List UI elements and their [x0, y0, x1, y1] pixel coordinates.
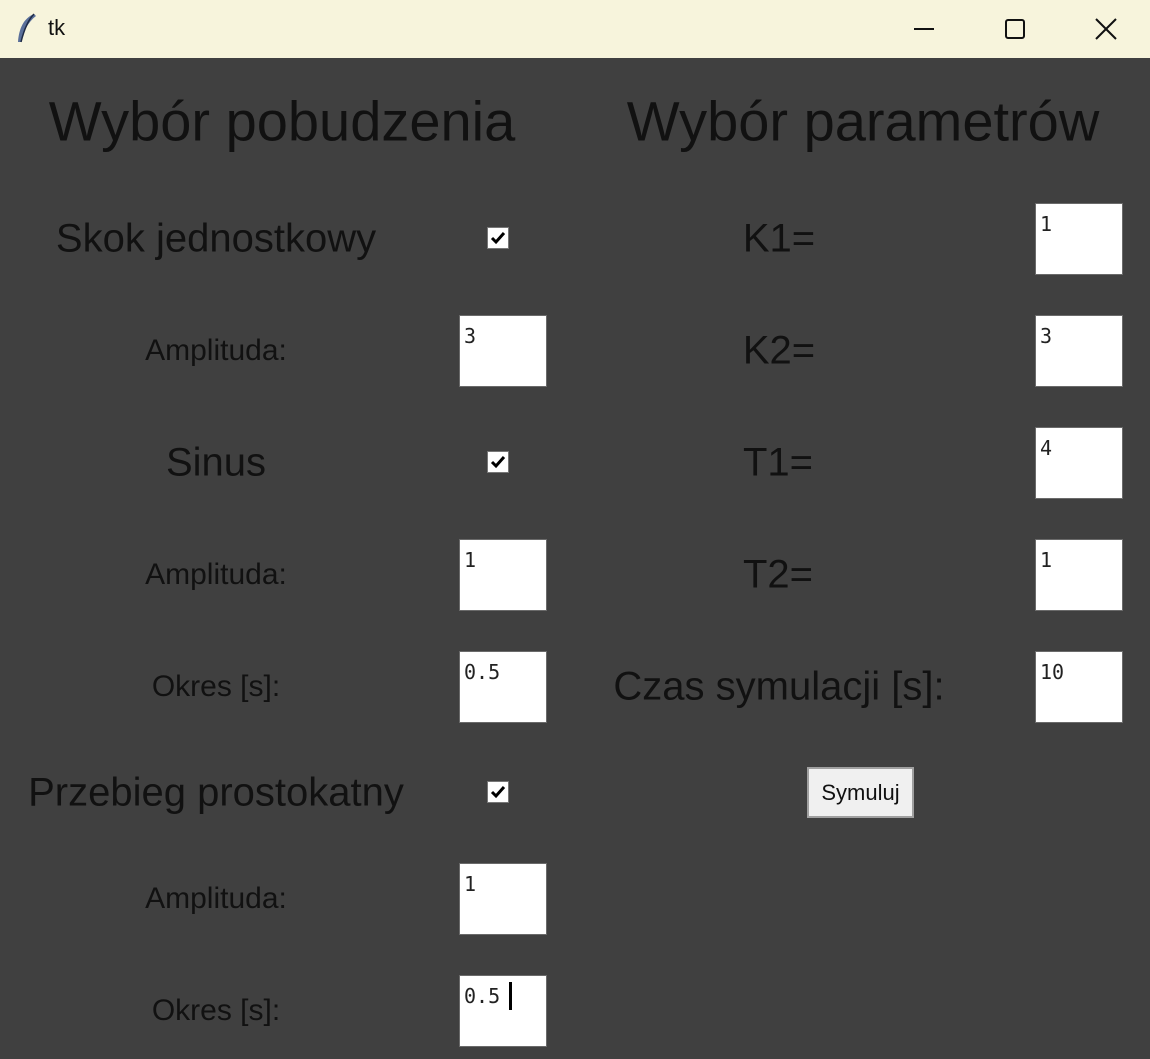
close-button[interactable]: [1060, 0, 1150, 58]
minimize-button[interactable]: [878, 0, 970, 58]
feather-icon: [14, 12, 40, 46]
step-amplitude-input[interactable]: 3: [459, 315, 547, 387]
square-label: Przebieg prostokatny: [28, 770, 404, 815]
sine-amplitude-input[interactable]: 1: [459, 539, 547, 611]
k2-label: K2=: [742, 328, 816, 373]
k1-input[interactable]: 1: [1035, 203, 1123, 275]
close-icon: [1095, 18, 1117, 40]
sine-period-input[interactable]: 0.5: [459, 651, 547, 723]
check-icon: [490, 232, 506, 245]
simulate-button[interactable]: Symuluj: [807, 767, 914, 818]
window-title: tk: [48, 15, 66, 40]
step-amplitude-label: Amplituda:: [145, 334, 287, 367]
step-label: Skok jednostkowy: [55, 216, 377, 261]
k2-input[interactable]: 3: [1035, 315, 1123, 387]
sim-time-input[interactable]: 10: [1035, 651, 1123, 723]
sim-time-label: Czas symulacji [s]:: [613, 664, 945, 709]
t2-input[interactable]: 1: [1035, 539, 1123, 611]
parameters-heading: Wybór parametrów: [626, 89, 1100, 153]
maximize-icon: [1005, 19, 1025, 39]
title-bar: tk: [0, 0, 1150, 58]
sine-label: Sinus: [165, 440, 267, 485]
square-amplitude-label: Amplituda:: [145, 882, 287, 915]
k1-label: K1=: [742, 216, 816, 261]
maximize-button[interactable]: [969, 0, 1061, 58]
t2-label: T2=: [742, 552, 814, 597]
sine-amplitude-label: Amplituda:: [145, 558, 287, 591]
square-amplitude-input[interactable]: 1: [459, 863, 547, 935]
check-icon: [490, 456, 506, 469]
sine-period-label: Okres [s]:: [151, 670, 281, 703]
square-period-label: Okres [s]:: [151, 994, 281, 1027]
square-period-input[interactable]: 0.5: [459, 975, 547, 1047]
step-checkbox[interactable]: [487, 227, 509, 249]
text-cursor: [509, 982, 512, 1010]
excitation-heading: Wybór pobudzenia: [48, 89, 516, 153]
sine-checkbox[interactable]: [487, 451, 509, 473]
minimize-icon: [914, 28, 934, 30]
t1-input[interactable]: 4: [1035, 427, 1123, 499]
main-window: Wybór pobudzenia Skok jednostkowy Amplit…: [0, 58, 1150, 1059]
square-checkbox[interactable]: [487, 781, 509, 803]
t1-label: T1=: [742, 440, 814, 485]
check-icon: [490, 786, 506, 799]
